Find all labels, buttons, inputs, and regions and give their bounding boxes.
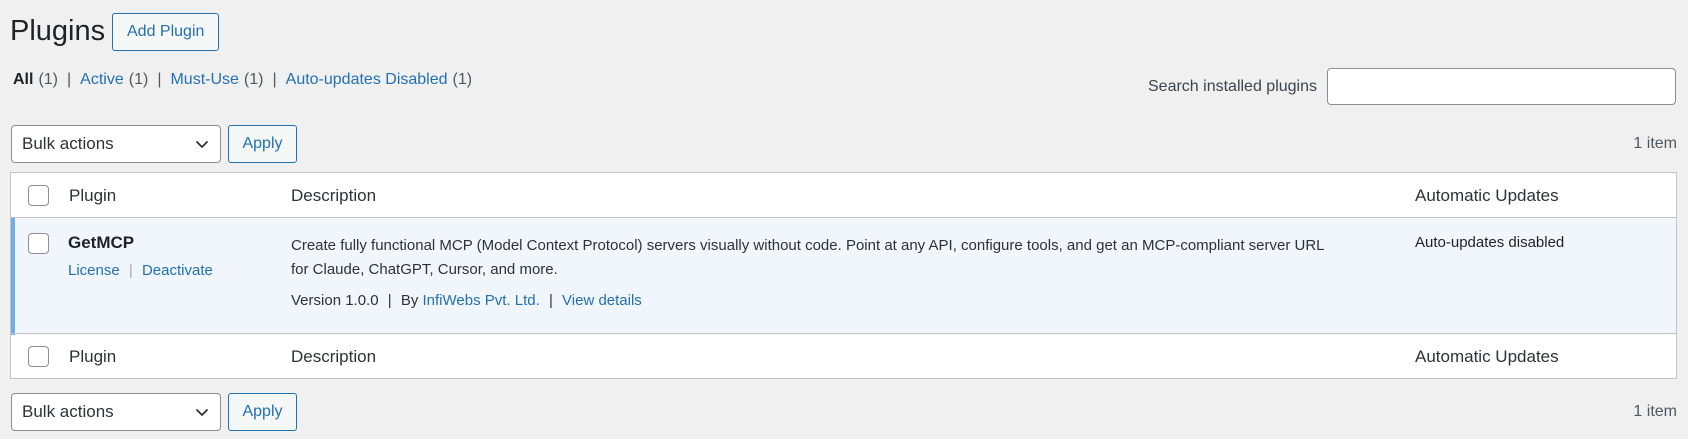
by-label: By: [400, 292, 419, 309]
plugin-name: GetMCP: [68, 233, 135, 252]
table-row: GetMCP License | Deactivate Create fully…: [11, 218, 1676, 335]
action-separator: |: [128, 262, 133, 279]
bulk-actions-select-bottom[interactable]: Bulk actions: [11, 393, 221, 431]
filter-must-use[interactable]: Must-Use: [170, 71, 238, 89]
meta-separator: |: [387, 292, 392, 309]
plugin-description: Create fully functional MCP (Model Conte…: [291, 237, 1324, 278]
select-all-checkbox[interactable]: [28, 185, 49, 206]
table-header: Plugin Description Automatic Updates: [11, 173, 1676, 218]
column-plugin-footer: Plugin: [69, 347, 117, 366]
auto-updates-status: Auto-updates disabled: [1415, 234, 1565, 251]
deactivate-link[interactable]: Deactivate: [142, 262, 213, 279]
filter-separator: |: [67, 71, 72, 88]
filter-all-count: (1): [38, 71, 59, 88]
plugin-version: Version 1.0.0: [291, 292, 379, 309]
search-label: Search installed plugins: [1148, 78, 1317, 95]
search-input[interactable]: [1327, 68, 1676, 105]
items-count-top: 1 item: [1633, 135, 1677, 152]
column-automatic-updates-footer: Automatic Updates: [1415, 347, 1559, 366]
license-link[interactable]: License: [68, 262, 120, 279]
filter-active[interactable]: Active: [80, 71, 124, 89]
column-description: Description: [291, 186, 377, 205]
bulk-actions-selected: Bulk actions: [22, 134, 114, 153]
column-automatic-updates: Automatic Updates: [1415, 186, 1559, 205]
plugins-table: Plugin Description Automatic Updates Get…: [10, 172, 1677, 379]
chevron-down-icon: [196, 141, 208, 148]
plugin-meta: Version 1.0.0 | By InfiWebs Pvt. Ltd. | …: [291, 292, 642, 309]
meta-separator: |: [548, 292, 553, 309]
chevron-down-icon: [196, 409, 208, 416]
page-title: Plugins: [10, 15, 106, 47]
filter-auto-updates-disabled-count: (1): [452, 71, 473, 88]
filter-auto-updates-disabled[interactable]: Auto-updates Disabled: [286, 71, 448, 89]
filter-separator: |: [272, 71, 277, 88]
row-checkbox[interactable]: [28, 233, 49, 254]
column-plugin: Plugin: [69, 186, 117, 205]
filter-all[interactable]: All: [13, 71, 33, 89]
bulk-actions-select-top[interactable]: Bulk actions: [11, 125, 221, 163]
filter-separator: |: [157, 71, 162, 88]
view-details-link[interactable]: View details: [562, 292, 642, 309]
items-count-bottom: 1 item: [1633, 403, 1677, 420]
apply-button-top[interactable]: Apply: [228, 125, 297, 163]
filter-must-use-count: (1): [243, 71, 264, 88]
filter-active-count: (1): [128, 71, 149, 88]
apply-button-bottom[interactable]: Apply: [228, 393, 297, 431]
bulk-actions-selected: Bulk actions: [22, 402, 114, 421]
author-link[interactable]: InfiWebs Pvt. Ltd.: [423, 292, 540, 309]
table-footer: Plugin Description Automatic Updates: [11, 333, 1676, 378]
column-description-footer: Description: [291, 347, 377, 366]
row-actions: License | Deactivate: [68, 262, 213, 279]
select-all-checkbox-footer[interactable]: [28, 346, 49, 367]
status-filters: All (1) | Active (1) | Must-Use (1) | Au…: [13, 71, 472, 89]
add-plugin-button[interactable]: Add Plugin: [112, 13, 220, 51]
